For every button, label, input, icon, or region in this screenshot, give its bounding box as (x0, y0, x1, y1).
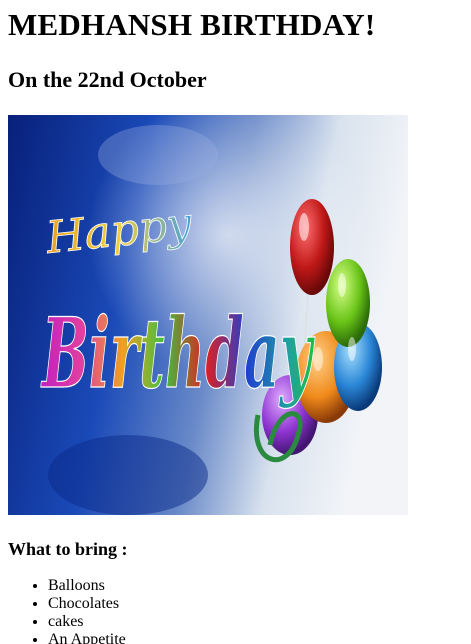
date-heading: On the 22nd October (8, 67, 207, 92)
bring-heading: What to bring : (8, 539, 128, 559)
list-item: Balloons (48, 577, 463, 595)
page-title: MEDHANSH BIRTHDAY! (8, 7, 376, 42)
list-item: An Appetite (48, 631, 463, 644)
bring-list: Balloons Chocolates cakes An Appetite (8, 577, 463, 644)
balloon-green (326, 259, 370, 347)
banner-birthday-text: Birthday (40, 297, 315, 410)
list-item: Chocolates (48, 595, 463, 613)
birthday-banner-image: Happy Birthday (8, 115, 408, 515)
balloon-red (290, 199, 334, 295)
list-item: cakes (48, 613, 463, 631)
page-content: MEDHANSH BIRTHDAY! On the 22nd October H… (0, 7, 471, 644)
